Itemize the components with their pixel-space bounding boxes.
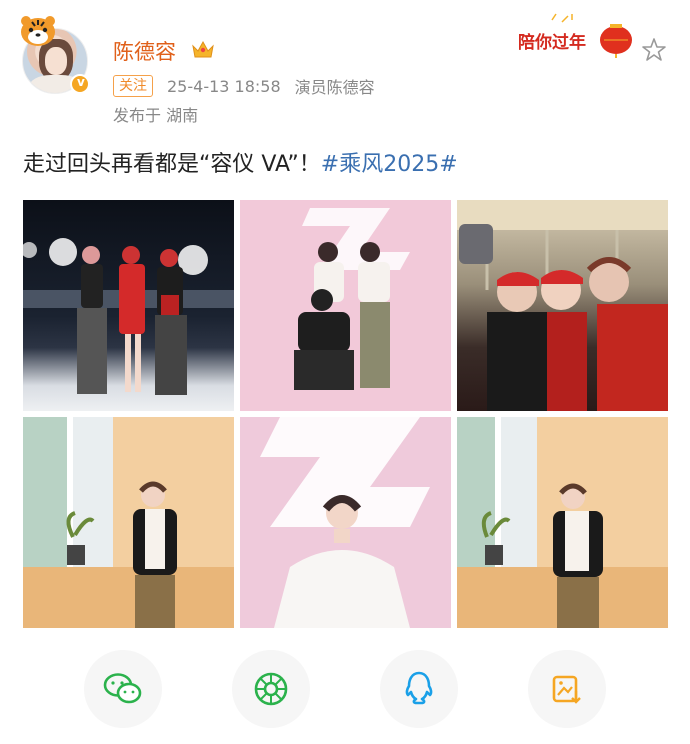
- festival-text: 陪你过年: [518, 33, 586, 53]
- qq-share-button[interactable]: [380, 650, 458, 728]
- pink-backdrop-group-photo[interactable]: [240, 200, 451, 411]
- pink-backdrop-solo-photo[interactable]: [240, 417, 451, 628]
- verified-badge-icon: [70, 74, 90, 94]
- post-meta: 关注 25-4-13 18:58 演员陈德容: [113, 74, 375, 98]
- post-body: 走过回头再看都是“容仪 VA”！: [23, 152, 321, 177]
- tiger-badge-icon: [21, 16, 55, 46]
- selfie-group-photo[interactable]: [457, 200, 668, 411]
- save-image-button[interactable]: [528, 650, 606, 728]
- photo-grid: [23, 200, 668, 628]
- stage-group-photo[interactable]: [23, 200, 234, 411]
- qq-icon: [405, 671, 433, 705]
- post-location: 发布于 湖南: [113, 106, 199, 125]
- wechat-share-button[interactable]: [84, 650, 162, 728]
- wechat-icon: [103, 673, 142, 704]
- avatar-area[interactable]: [18, 14, 94, 96]
- festival-badge: 陪你过年: [512, 12, 642, 58]
- hashtag-link[interactable]: #乘风2025#: [321, 152, 458, 177]
- save-image-icon: [552, 675, 581, 704]
- moments-share-button[interactable]: [232, 650, 310, 728]
- post-timestamp: 25-4-13 18:58: [167, 76, 281, 96]
- crown-icon: [192, 40, 214, 58]
- username[interactable]: 陈德容: [113, 36, 176, 66]
- post-source: 演员陈德容: [294, 78, 375, 97]
- follow-button[interactable]: 关注: [113, 75, 153, 97]
- post-text: 走过回头再看都是“容仪 VA”！#乘风2025#: [23, 146, 458, 178]
- window-solo-photo-2[interactable]: [457, 417, 668, 628]
- window-solo-photo-1[interactable]: [23, 417, 234, 628]
- moments-icon: [254, 672, 288, 706]
- star-icon[interactable]: [640, 36, 668, 64]
